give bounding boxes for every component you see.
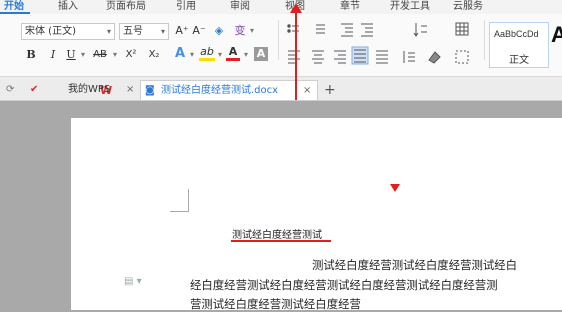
bold-button[interactable]: B [24, 47, 38, 63]
tab-my-wps[interactable]: W 我的WPS × [48, 80, 140, 100]
increase-indent-icon [361, 23, 373, 37]
toolbar-separator [278, 20, 279, 60]
style-heading-preview[interactable]: A [551, 22, 562, 48]
shading-icon [428, 51, 441, 64]
tab-document[interactable]: ◙ 测试经白度经营测试.docx × [140, 80, 318, 100]
numbered-list-icon [316, 24, 325, 34]
style-normal[interactable]: AaBbCcDd 正文 [489, 22, 549, 68]
subscript-button[interactable]: X₂ [145, 47, 163, 63]
tab-label: 我的WPS [68, 84, 111, 95]
menu-section[interactable]: 章节 [340, 0, 360, 14]
strikethrough-button[interactable]: AB [90, 47, 110, 63]
char-shading-button[interactable]: A [254, 47, 268, 61]
chevron-down-icon: ▾ [106, 27, 111, 36]
style-name: 正文 [509, 55, 529, 66]
font-color-button[interactable]: A [226, 46, 240, 61]
italic-button[interactable]: I [46, 47, 60, 63]
chevron-down-icon[interactable]: ▾ [111, 47, 119, 63]
menu-page-layout[interactable]: 页面布局 [106, 0, 146, 14]
menu-references[interactable]: 引用 [176, 0, 196, 14]
bullet-list-icon [287, 24, 299, 33]
distribute-icon [376, 50, 388, 64]
phonetic-guide-button[interactable]: 变 [232, 23, 248, 39]
annotation-arrow-head-icon [290, 3, 302, 13]
body-line-1[interactable]: 测试经白度经营测试经白度经营测试经白 [312, 257, 517, 273]
chevron-down-icon[interactable]: ▾ [79, 47, 87, 63]
page-margin-corner [170, 189, 189, 212]
chevron-down-icon[interactable]: ▾ [216, 47, 224, 63]
font-size-select[interactable]: 五号 ▾ [119, 23, 169, 40]
chevron-down-icon[interactable]: ▾ [248, 23, 256, 39]
chevron-down-icon[interactable]: ▾ [242, 47, 250, 63]
font-size-value: 五号 [123, 26, 143, 37]
menu-bar: 开始 插入 页面布局 引用 审阅 视图 章节 开发工具 云服务 [0, 0, 562, 14]
justify-icon [351, 46, 369, 65]
refresh-icon[interactable]: ⟳ [6, 80, 14, 100]
font-name-select[interactable]: 宋体 (正文) ▾ [21, 23, 115, 40]
body-line-2[interactable]: 经白度经营测试经白度经营测试经白度经营测试经白度经营测 [190, 277, 498, 293]
menu-insert[interactable]: 插入 [58, 0, 78, 14]
underline-button[interactable]: U [64, 47, 78, 63]
highlight-button[interactable]: ab [199, 46, 215, 61]
table-icon [455, 22, 469, 36]
superscript-button[interactable]: X² [122, 47, 140, 63]
paragraph-tools [287, 22, 469, 65]
text-effect-button[interactable]: A [173, 46, 187, 62]
document-icon: ◙ [145, 85, 155, 96]
align-center-icon [312, 50, 324, 64]
align-right-icon [334, 50, 346, 64]
toolbar-separator [484, 20, 485, 60]
pin-icon[interactable]: ✔ [30, 80, 38, 100]
tab-label: 测试经白度经营测试.docx [161, 85, 279, 96]
style-sample-text: AaBbCcDd [494, 29, 539, 39]
annotation-arrow-shaft [295, 12, 297, 100]
decrease-indent-icon [341, 23, 353, 37]
document-title-text[interactable]: 测试经白度经营测试 [232, 226, 322, 241]
red-marker-icon [390, 184, 400, 192]
menu-developer[interactable]: 开发工具 [390, 0, 430, 14]
align-left-icon [288, 50, 300, 64]
sort-icon [413, 23, 427, 37]
paragraph-icon: ▤ ▾ [124, 276, 142, 287]
chevron-down-icon[interactable]: ▾ [188, 47, 196, 63]
document-tab-bar: ⟳ ✔ W 我的WPS × ◙ 测试经白度经营测试.docx × + [0, 77, 562, 101]
menu-review[interactable]: 审阅 [230, 0, 250, 14]
chevron-down-icon: ▾ [160, 27, 165, 36]
close-icon[interactable]: × [126, 80, 134, 100]
shrink-font-button[interactable]: A⁻ [192, 23, 206, 39]
title-red-underline [231, 240, 331, 242]
border-icon [455, 50, 469, 64]
close-icon[interactable]: × [303, 81, 311, 101]
clear-format-button[interactable]: ◈ [212, 23, 226, 39]
grow-font-button[interactable]: A⁺ [175, 23, 189, 39]
line-spacing-icon [403, 51, 415, 63]
font-name-value: 宋体 (正文) [25, 26, 76, 37]
new-tab-button[interactable]: + [324, 80, 336, 100]
menu-cloud[interactable]: 云服务 [453, 0, 483, 14]
